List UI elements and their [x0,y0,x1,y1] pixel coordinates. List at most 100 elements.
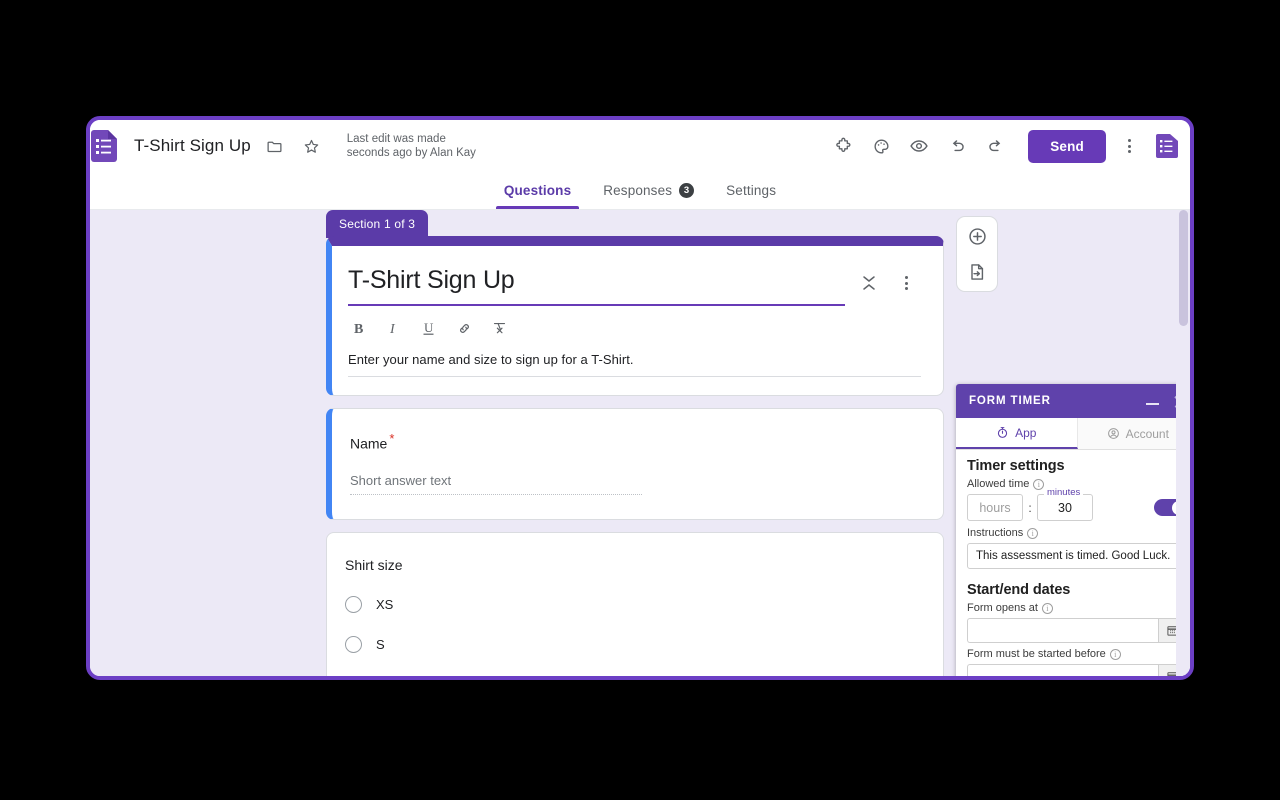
timer-tab-app[interactable]: App [956,418,1078,449]
option-label: M [376,677,387,680]
form-header-more-icon[interactable] [891,274,921,292]
minutes-value: 30 [1058,500,1072,515]
form-column: T-Shirt Sign Up B I U Enter your name an… [326,236,944,680]
dates-heading: Start/end dates [967,582,1071,598]
minutes-input[interactable]: minutes 30 [1037,487,1093,521]
option-label: XS [376,596,394,612]
option-row[interactable]: M [345,675,921,680]
info-icon[interactable]: i [1027,527,1039,539]
question-title-text: Name [350,435,388,452]
radio-icon[interactable] [345,595,362,613]
add-question-icon[interactable] [966,225,988,247]
italic-icon[interactable]: I [385,319,403,337]
timer-panel-header: FORM TIMER [956,384,1190,418]
puzzle-piece-icon[interactable] [826,129,860,163]
folder-icon[interactable] [262,133,288,159]
clear-formatting-icon[interactable] [490,319,508,337]
collapse-section-icon[interactable] [861,274,877,292]
form-header-card[interactable]: T-Shirt Sign Up B I U Enter your name an… [326,236,944,396]
time-colon: : [1028,500,1032,515]
account-circle-icon [1107,428,1119,439]
tab-responses[interactable]: Responses 3 [587,172,710,209]
canvas-scrollbar[interactable] [1176,210,1190,676]
redo-icon[interactable] [978,129,1012,163]
instructions-value: This assessment is timed. Good Luck. [976,550,1171,562]
main-tabs: Questions Responses 3 Settings [90,172,1190,210]
add-question-toolbar [956,216,998,292]
allowed-time-row: hours : minutes 30 [967,487,1187,521]
instructions-label: Instructions i [967,527,1187,539]
tab-settings[interactable]: Settings [710,172,792,209]
question-card-name[interactable]: Name * Short answer text [326,408,944,520]
minutes-field-label: minutes [1044,487,1084,498]
svg-text:U: U [424,320,434,335]
form-title-input[interactable]: T-Shirt Sign Up [348,266,845,306]
underline-icon[interactable]: U [420,319,438,337]
forms-list-icon[interactable] [1156,134,1178,158]
form-before-text: Form must be started before [967,648,1106,660]
form-opens-text: Form opens at [967,602,1038,614]
form-title-actions [845,266,921,292]
form-canvas: Section 1 of 3 T-Shirt Sign Up B I U Ent… [90,210,1190,680]
form-before-input[interactable] [967,664,1158,676]
document-title[interactable]: T-Shirt Sign Up [134,136,251,156]
tab-settings-label: Settings [726,183,777,198]
tab-questions-label: Questions [503,183,572,198]
allowed-time-text: Allowed time [967,478,1030,490]
form-before-row [967,664,1187,676]
timer-tab-account-label: Account [1125,426,1169,441]
option-row[interactable]: S [345,635,921,653]
svg-text:I: I [389,322,396,336]
star-icon[interactable] [299,133,325,159]
short-answer-placeholder: Short answer text [350,473,642,495]
form-description-input[interactable]: Enter your name and size to sign up for … [348,352,921,377]
radio-icon[interactable] [345,675,362,676]
form-before-label: Form must be started before i [967,648,1187,660]
app-header: T-Shirt Sign Up Last edit was made secon… [90,120,1190,172]
eye-icon[interactable] [902,129,936,163]
radio-icon[interactable] [345,635,362,653]
instructions-textarea[interactable]: This assessment is timed. Good Luck. [967,543,1187,569]
form-opens-label: Form opens at i [967,602,1187,614]
option-row[interactable]: XS [345,595,921,613]
form-opens-row [967,618,1187,643]
responses-count-badge: 3 [679,183,695,198]
tab-responses-label: Responses [603,183,673,198]
timer-panel-tabs: App Account [956,418,1190,450]
google-forms-icon[interactable] [91,130,117,162]
info-icon[interactable]: i [1109,648,1121,660]
timer-tab-app-label: App [1015,425,1037,440]
timer-panel-body: Timer settings Allowed time i hours : mi… [956,450,1190,676]
tab-questions[interactable]: Questions [488,172,587,209]
minimize-icon[interactable] [1146,403,1159,405]
bold-icon[interactable]: B [350,319,368,337]
timer-panel-title: FORM TIMER [969,395,1051,407]
question-title: Shirt size [345,556,403,573]
required-asterisk: * [389,431,395,446]
form-opens-input[interactable] [967,618,1158,643]
info-icon[interactable]: i [1041,602,1053,614]
form-timer-panel: FORM TIMER App Account Timer settings Al… [956,384,1190,676]
link-icon[interactable] [455,319,473,337]
undo-icon[interactable] [940,129,974,163]
hours-input[interactable]: hours [967,494,1023,521]
question-card-shirt-size[interactable]: Shirt size XS S M [326,531,944,680]
header-toolbar: Send [826,129,1178,163]
timer-tab-account[interactable]: Account [1077,418,1190,449]
import-questions-icon[interactable] [966,261,988,283]
scrollbar-thumb[interactable] [1179,210,1188,326]
option-label: S [376,636,385,652]
stopwatch-icon [997,427,1008,438]
form-title-row: T-Shirt Sign Up [348,266,921,306]
section-indicator[interactable]: Section 1 of 3 [326,210,429,238]
timer-settings-heading: Timer settings [967,458,1065,474]
more-options-icon[interactable] [1114,129,1144,163]
info-icon[interactable]: i [1033,478,1045,490]
forms-app-window: T-Shirt Sign Up Last edit was made secon… [86,116,1194,680]
instructions-text: Instructions [967,527,1024,539]
rich-text-toolbar: B I U [348,319,921,337]
palette-icon[interactable] [864,129,898,163]
send-button[interactable]: Send [1028,129,1106,163]
svg-text:B: B [354,322,363,336]
question-title: Name * [350,431,921,452]
